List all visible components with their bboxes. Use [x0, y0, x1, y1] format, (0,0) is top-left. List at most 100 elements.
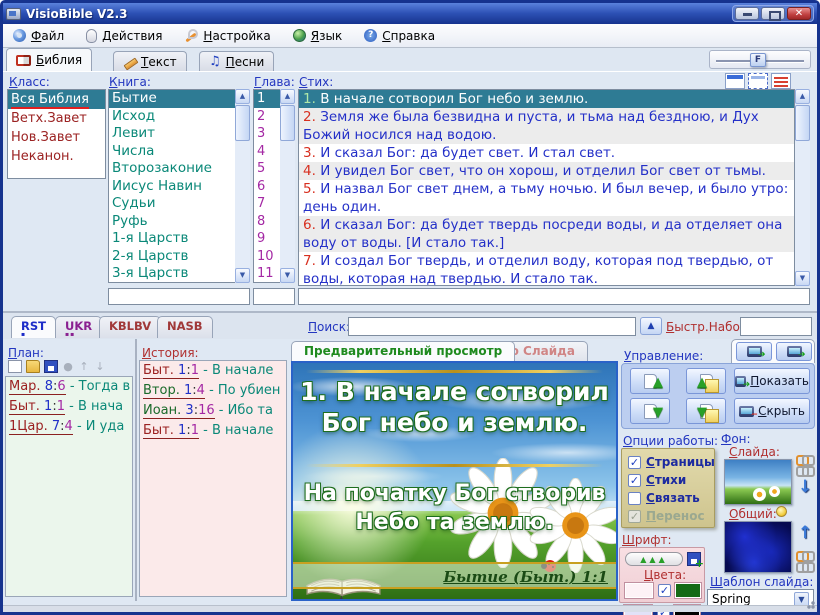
chain-icon[interactable] — [796, 466, 812, 474]
verse-row[interactable]: 5. И назвал Бог свет днем, а тьму ночью.… — [299, 180, 794, 216]
scroll-down-icon[interactable]: ▼ — [795, 271, 810, 286]
scroll-up-icon[interactable]: ▲ — [235, 89, 250, 104]
list-item[interactable]: 4 — [254, 143, 280, 161]
list-item[interactable]: 5 — [254, 160, 280, 178]
save-plan-icon[interactable] — [44, 360, 58, 373]
page-down-button[interactable]: ▼ — [630, 398, 670, 424]
tab-preview[interactable]: Предварительный просмотр — [291, 341, 515, 361]
list-view-icon[interactable] — [771, 73, 791, 89]
list-item[interactable]: Левит — [109, 125, 235, 143]
plan-item[interactable]: Мар. 8:6 - Тогда в — [6, 377, 132, 397]
translation-tab-kblbv[interactable]: KBLBV — [99, 316, 161, 338]
list-item[interactable]: 4-я Царств — [109, 283, 235, 284]
slide-background-thumbnail[interactable] — [724, 459, 792, 505]
history-item[interactable]: Быт. 1:1 - В начале — [140, 421, 286, 441]
verse-row[interactable]: 7. И создал Бог твердь, и отделил воду, … — [299, 252, 794, 286]
plan-history-splitter[interactable] — [135, 339, 137, 601]
verse-row[interactable]: 4. И увидел Бог свет, что он хорош, и от… — [299, 162, 794, 180]
verse-row[interactable]: 2. Земля же была безвидна и пуста, и тьм… — [299, 108, 794, 144]
list-item[interactable]: Числа — [109, 143, 235, 161]
move-down-icon[interactable]: ↓ — [94, 360, 106, 373]
history-item[interactable]: Втор. 1:4 - По убиен — [140, 381, 286, 401]
option-pages[interactable]: Страницы — [628, 455, 715, 469]
tab-text[interactable]: Текст — [113, 51, 187, 71]
save-font-icon[interactable] — [687, 552, 701, 566]
verse-scrollbar[interactable]: ▲ ▼ — [795, 89, 810, 286]
option-verses[interactable]: Стихи — [628, 473, 686, 487]
list-item[interactable]: Нов.Завет — [8, 128, 105, 147]
list-item[interactable]: Исход — [109, 108, 235, 126]
verse-quick-input[interactable] — [298, 288, 810, 305]
list-item[interactable]: 11 — [254, 265, 280, 283]
link-icon[interactable] — [796, 551, 812, 559]
scrollbar-thumb[interactable] — [235, 105, 250, 141]
verse-up-button[interactable]: ▲ — [686, 368, 726, 394]
checkbox-checked[interactable] — [628, 456, 641, 469]
font-grow-button[interactable]: ▲▲▲ — [625, 552, 683, 566]
book-scrollbar[interactable]: ▲ ▼ — [235, 89, 250, 283]
translation-tab-nasb[interactable]: NASB — [157, 316, 213, 338]
list-item[interactable]: 2 — [254, 108, 280, 126]
list-item[interactable]: 8 — [254, 213, 280, 231]
list-item[interactable]: Судьи — [109, 195, 235, 213]
search-up-button[interactable]: ▲ — [640, 317, 662, 335]
list-item[interactable]: 12 — [254, 283, 280, 284]
chapter-quick-input[interactable] — [253, 288, 295, 305]
fill-color-swatch[interactable] — [625, 583, 653, 598]
checkbox-unchecked[interactable] — [628, 492, 641, 505]
outline-color-swatch[interactable] — [675, 583, 701, 598]
menu-actions[interactable]: Действия — [82, 27, 166, 45]
scroll-down-icon[interactable]: ▼ — [280, 268, 295, 283]
open-plan-icon[interactable] — [26, 360, 40, 373]
chapter-scrollbar[interactable]: ▲ ▼ — [280, 89, 295, 283]
plan-item[interactable]: 1Цар. 7:4 - И уда — [6, 417, 132, 437]
list-item[interactable]: Вся Библия — [8, 90, 105, 109]
minimize-button[interactable] — [735, 7, 759, 20]
menu-file[interactable]: Файл — [9, 27, 68, 45]
resize-grip[interactable] — [803, 597, 816, 610]
show-full-button[interactable]: ➔ — [736, 342, 772, 361]
move-up-icon[interactable]: ↑ — [78, 360, 90, 373]
translation-tab-rst[interactable]: RST▪ — [11, 316, 56, 338]
window-normal-icon[interactable] — [725, 73, 745, 89]
menu-help[interactable]: ?Справка — [360, 27, 439, 45]
apply-down-icon[interactable]: ↓ — [798, 477, 812, 497]
lightbulb-icon[interactable] — [776, 506, 787, 517]
list-item[interactable]: Ветх.Завет — [8, 109, 105, 128]
link-icon[interactable] — [796, 455, 812, 463]
list-item[interactable]: Бытие — [109, 90, 235, 108]
verse-row[interactable]: 6. И сказал Бог: да будет твердь посреди… — [299, 216, 794, 252]
list-item[interactable]: 1 — [254, 90, 280, 108]
scrollbar-thumb[interactable] — [795, 105, 810, 141]
list-item[interactable]: Второзаконие — [109, 160, 235, 178]
list-item[interactable]: 1-я Царств — [109, 230, 235, 248]
window-frame-icon[interactable] — [748, 73, 768, 89]
quickset-input[interactable] — [740, 317, 812, 336]
list-item[interactable]: Руфь — [109, 213, 235, 231]
book-quick-input[interactable] — [108, 288, 250, 305]
verse-row[interactable]: 3. И сказал Бог: да будет свет. И стал с… — [299, 144, 794, 162]
list-item[interactable]: Неканон. — [8, 147, 105, 166]
scroll-up-icon[interactable]: ▲ — [280, 89, 295, 104]
new-plan-icon[interactable] — [8, 360, 22, 373]
font-size-slider[interactable]: F — [709, 50, 811, 69]
menu-language[interactable]: Язык — [289, 27, 346, 45]
verse-down-button[interactable]: ▼ — [686, 398, 726, 424]
plan-item[interactable]: Быт. 1:1 - В нача — [6, 397, 132, 417]
list-item[interactable]: 3 — [254, 125, 280, 143]
list-item[interactable]: Иисус Навин — [109, 178, 235, 196]
option-link[interactable]: Связать — [628, 491, 700, 505]
menu-settings[interactable]: Настройка — [180, 27, 274, 45]
list-item[interactable]: 10 — [254, 248, 280, 266]
chain-icon[interactable] — [796, 562, 812, 570]
verse-row[interactable]: 1. В начале сотворил Бог небо и землю. — [299, 90, 794, 108]
close-button[interactable]: ✕ — [787, 7, 811, 20]
apply-up-icon[interactable]: ↑ — [798, 523, 812, 543]
scroll-down-icon[interactable]: ▼ — [235, 268, 250, 283]
common-background-thumbnail[interactable] — [724, 521, 792, 573]
search-input[interactable] — [348, 317, 636, 336]
list-item[interactable]: 3-я Царств — [109, 265, 235, 283]
page-up-button[interactable]: ▲ — [630, 368, 670, 394]
show-next-button[interactable]: ➔ — [776, 342, 812, 361]
checkbox-checked[interactable] — [628, 474, 641, 487]
